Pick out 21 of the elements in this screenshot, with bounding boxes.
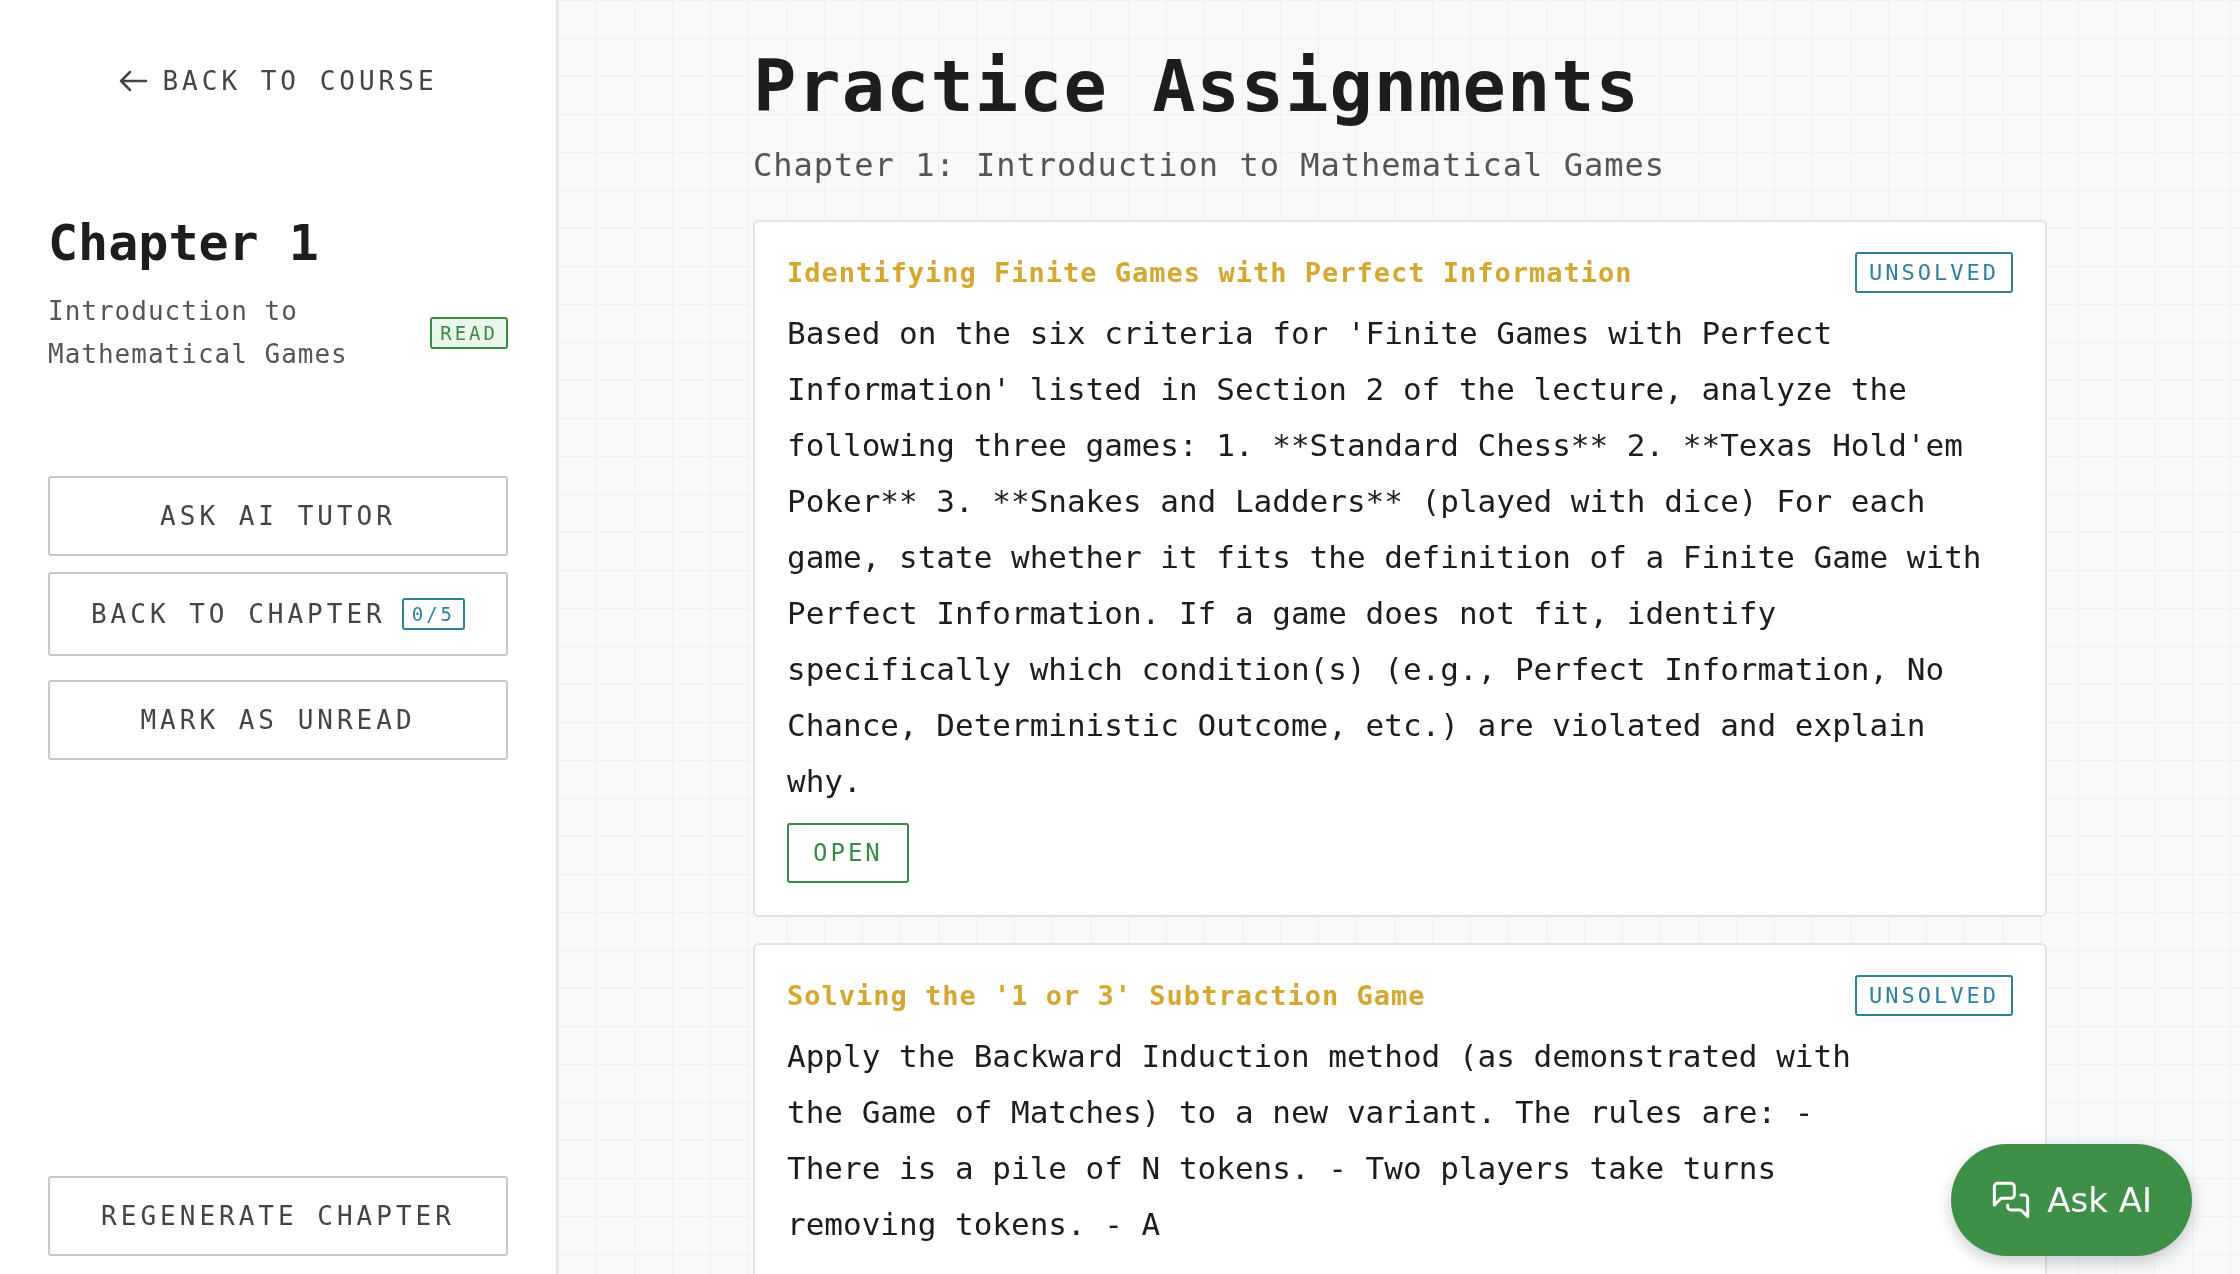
page-title: Practice Assignments	[753, 44, 1641, 128]
back-to-course-link[interactable]: BACK TO COURSE	[118, 66, 438, 96]
assignment-title: Solving the '1 or 3' Subtraction Game	[787, 980, 1426, 1011]
sidebar-button[interactable]: MARK AS UNREAD	[48, 680, 508, 760]
status-badge: UNSOLVED	[1855, 975, 2013, 1016]
arrow-left-icon	[118, 69, 149, 93]
chapter-title: Chapter 1	[48, 214, 320, 272]
page-subtitle: Chapter 1: Introduction to Mathematical Games	[753, 146, 1666, 184]
read-status-badge: READ	[430, 317, 508, 349]
chapter-subtitle: Introduction to Mathematical Games	[48, 295, 349, 371]
sidebar-button[interactable]: ASK AI TUTOR	[48, 476, 508, 556]
progress-badge: 0/5	[401, 598, 466, 630]
chat-bubbles-icon	[1991, 1180, 2032, 1220]
sidebar-button[interactable]: BACK TO CHAPTER 0/5	[48, 572, 508, 656]
ask-ai-button[interactable]: Ask AI	[1951, 1144, 2192, 1256]
open-button[interactable]: OPEN	[787, 823, 909, 883]
assignment-description: Apply the Backward Induction method (as demonstrated with the Game of Matches) to a new variant. The rules are: - There is a pile of N tokens. - Two players take turns removing tokens. - A	[787, 1037, 1852, 1244]
regenerate-chapter-button[interactable]: REGENERATE CHAPTER	[48, 1176, 508, 1256]
status-badge: UNSOLVED	[1855, 252, 2013, 293]
assignment-description: Based on the six criteria for 'Finite Games with Perfect Information' listed in Section 2 of the lecture, analyze the following three games: 1. **Standard Chess** 2. **Texas Hold'em Poker** 3. **Snakes and Ladders** (played with dice) For each game, state whether it fits the definition of a Finite Game with Perfect Information. If a game does not fit, identify specifically which condition(s) (e.g., Perfect Information, No Chance, Deterministic Outcome, etc.) are violated and explain why.	[787, 314, 1983, 801]
assignment-title: Identifying Finite Games with Perfect Information	[787, 257, 1633, 288]
